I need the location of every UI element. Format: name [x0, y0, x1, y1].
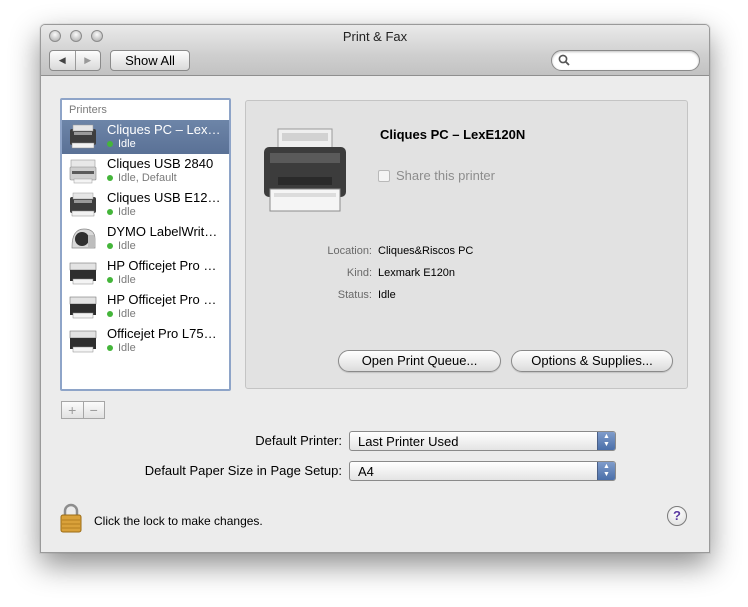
status-dot — [107, 141, 113, 147]
status-value: Idle — [378, 289, 396, 301]
lock-icon[interactable] — [59, 503, 83, 533]
status-dot — [107, 243, 113, 249]
laser-printer-icon — [70, 192, 96, 217]
default-printer-popup[interactable]: Last Printer Used ▲ ▼ — [349, 431, 616, 451]
printer-status: Idle, Default — [107, 172, 177, 184]
printer-title: Cliques PC – LexE120N — [380, 127, 526, 142]
status-dot — [107, 209, 113, 215]
printer-status: Idle — [107, 138, 136, 150]
window-title: Print & Fax — [342, 29, 408, 44]
officejet-printer-icon — [69, 262, 97, 285]
status-dot — [107, 311, 113, 317]
default-paper-label: Default Paper Size in Page Setup: — [144, 463, 342, 478]
add-printer-button[interactable]: + — [62, 402, 83, 418]
laser-printer-icon — [70, 124, 96, 149]
printer-item-hp-officejet-2[interactable]: HP Officejet Pro … Idle — [62, 290, 229, 324]
add-remove-buttons: + − — [61, 401, 105, 419]
location-value: Cliques&Riscos PC — [378, 245, 474, 257]
printer-status: Idle — [107, 308, 136, 320]
status-dot — [107, 277, 113, 283]
printer-item-cliques-usb-e120[interactable]: Cliques USB E12… Idle — [62, 188, 229, 222]
printer-item-cliques-pc[interactable]: Cliques PC – Lex… Idle — [62, 120, 229, 154]
kind-label: Kind: — [346, 267, 372, 279]
show-all-button[interactable]: Show All — [110, 50, 190, 71]
printer-status-text: Idle — [118, 308, 136, 320]
status-dot — [107, 175, 113, 181]
printer-name: Cliques USB E12… — [107, 190, 221, 205]
printer-name: HP Officejet Pro … — [107, 258, 217, 273]
title-bar: Print & Fax ◀ ▶ Show All — [41, 25, 709, 76]
remove-printer-button[interactable]: − — [82, 402, 105, 418]
search-icon — [558, 54, 570, 66]
inkjet-printer-icon — [69, 159, 97, 184]
forward-icon: ▶ — [84, 55, 92, 65]
default-printer-label: Default Printer: — [255, 433, 342, 448]
status-dot — [107, 345, 113, 351]
printer-item-hp-officejet-1[interactable]: HP Officejet Pro … Idle — [62, 256, 229, 290]
help-button[interactable]: ? — [667, 506, 687, 526]
default-printer-value: Last Printer Used — [358, 434, 459, 449]
printer-status: Idle — [107, 240, 136, 252]
printer-name: Officejet Pro L75… — [107, 326, 217, 341]
printer-name: Cliques PC – Lex… — [107, 122, 221, 137]
printer-status: Idle — [107, 274, 136, 286]
print-fax-window: Print & Fax ◀ ▶ Show All Printers Clique… — [40, 24, 710, 553]
status-label: Status: — [337, 289, 372, 301]
back-icon: ◀ — [58, 55, 66, 65]
printer-status-text: Idle, Default — [118, 172, 177, 184]
search-input[interactable] — [574, 52, 696, 71]
lock-message: Click the lock to make changes. — [94, 514, 263, 528]
printer-status-text: Idle — [118, 240, 136, 252]
printer-detail-pane: Cliques PC – LexE120N Share this printer… — [245, 100, 688, 389]
back-button[interactable]: ◀ — [50, 51, 75, 70]
forward-button[interactable]: ▶ — [74, 51, 101, 70]
default-paper-value: A4 — [358, 464, 374, 479]
printer-status-text: Idle — [118, 138, 136, 150]
printer-list[interactable]: Printers Cliques PC – Lex… Idle Cliques … — [60, 98, 231, 391]
officejet-printer-icon — [69, 330, 97, 353]
printer-item-officejet-pro-l75[interactable]: Officejet Pro L75… Idle — [62, 324, 229, 358]
printer-status: Idle — [107, 342, 136, 354]
officejet-printer-icon — [69, 296, 97, 319]
printer-name: DYMO LabelWrit… — [107, 224, 218, 239]
printer-name: HP Officejet Pro … — [107, 292, 217, 307]
location-label: Location: — [327, 245, 372, 257]
laser-printer-icon — [264, 128, 346, 212]
checkbox-icon[interactable] — [378, 169, 390, 182]
options-supplies-button[interactable]: Options & Supplies... — [511, 350, 673, 372]
printer-status-text: Idle — [118, 274, 136, 286]
printers-header: Printers — [69, 104, 107, 116]
open-print-queue-button[interactable]: Open Print Queue... — [338, 350, 501, 372]
share-printer-checkbox[interactable]: Share this printer — [378, 168, 495, 183]
printer-status-text: Idle — [118, 342, 136, 354]
nav-buttons: ◀ ▶ — [49, 50, 101, 71]
label-printer-icon — [71, 228, 96, 249]
popup-arrows-icon: ▲ ▼ — [597, 432, 615, 450]
search-field[interactable] — [551, 50, 700, 71]
printer-item-cliques-usb-2840[interactable]: Cliques USB 2840 Idle, Default — [62, 154, 229, 188]
printer-item-dymo[interactable]: DYMO LabelWrit… Idle — [62, 222, 229, 256]
popup-arrows-icon: ▲ ▼ — [597, 462, 615, 480]
share-label: Share this printer — [396, 168, 495, 183]
printer-status-text: Idle — [118, 206, 136, 218]
kind-value: Lexmark E120n — [378, 267, 456, 279]
printer-status: Idle — [107, 206, 136, 218]
default-paper-popup[interactable]: A4 ▲ ▼ — [349, 461, 616, 481]
printer-name: Cliques USB 2840 — [107, 156, 214, 171]
